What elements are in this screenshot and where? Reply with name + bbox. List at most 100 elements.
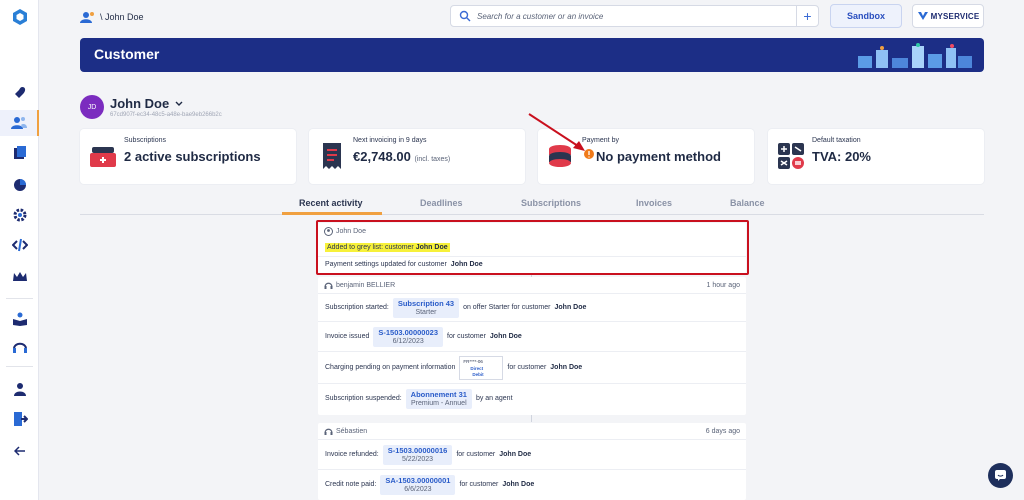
tab-recent-activity[interactable]: Recent activity [299,198,363,208]
tax-note: (incl. taxes) [414,156,451,163]
customer-id: 67cd907f-ec34-48c5-a48e-bae9eb266b2c [110,112,222,118]
sidebar-divider [6,366,33,367]
chip-subtitle: Premium - Annuel [410,399,467,407]
add-button[interactable]: + [796,6,818,26]
chip-subtitle: 5/22/2023 [401,455,434,463]
activity-row: Subscription suspended: Abonnement 31 Pre… [318,383,746,413]
avatar: JD [80,95,104,119]
amount: €2,748.00 [353,149,411,164]
next-invoicing-card[interactable]: Next invoicing in 9 days €2,748.00 (incl… [309,129,525,184]
breadcrumb: \ John Doe [80,8,144,26]
activity-row: Invoice issued S-1503.00000023 6/12/2023 … [318,321,746,351]
support-headset-icon[interactable] [0,334,39,360]
brand-logo[interactable]: MYSERVICE [912,4,984,28]
activity-text: Charging pending on payment information [325,364,456,371]
author-name: Sébastien [336,427,368,435]
search-input[interactable] [477,9,792,23]
taxation-card[interactable]: Default taxation TVA: 20% [768,129,984,184]
user-account-icon[interactable] [0,376,39,402]
activity-group: Sébastien 6 days ago Invoice refunded: S… [318,423,746,500]
chip-title: SA-1503.00000001 [385,475,451,485]
developer-code-icon[interactable] [0,232,39,258]
customer-name[interactable]: John Doe [110,96,183,111]
activity-text: on offer Starter for customer [463,304,551,311]
chip-subtitle: 6/6/2023 [404,485,432,493]
card-label: Subscriptions [124,137,167,144]
receipt-icon [323,143,341,169]
chat-icon [995,470,1006,481]
direct-debit-thumbnail[interactable]: FR****-06 Direct Debit [459,355,504,380]
page-header-banner: Customer [80,38,984,72]
chip-subtitle: 6/12/2023 [392,337,424,345]
card-value: No payment method [596,149,721,164]
headset-icon [324,428,333,435]
tabs-divider [80,214,984,215]
activity-text: for customer [456,451,496,458]
annotation-highlight-box [316,220,749,275]
activity-text: Subscription started: [325,304,389,311]
chevron-down-icon[interactable] [175,101,183,107]
card-value: TVA: 20% [812,149,871,164]
catalog-icon[interactable] [0,140,39,166]
sidebar [0,0,39,500]
subscription-chip[interactable]: Subscription 43 Starter [392,297,460,318]
documentation-icon[interactable] [0,306,39,332]
credit-note-chip[interactable]: SA-1503.00000001 6/6/2023 [380,474,456,495]
card-value: €2,748.00 (incl. taxes) [353,149,450,164]
activity-row: Credit note paid: SA-1503.00000001 6/6/20… [318,469,746,499]
reports-pie-icon[interactable] [0,172,39,198]
time-ago: 6 days ago [705,427,740,435]
settings-gear-icon[interactable] [0,202,39,228]
time-ago: 1 hour ago [706,281,740,289]
subscriptions-icon [90,147,116,167]
author-name: benjamin BELLIER [336,281,396,289]
customer-link[interactable]: John Doe [490,333,522,340]
brand-mark-icon [917,12,928,20]
card-label: Next invoicing in 9 days [353,137,427,144]
card-value: 2 active subscriptions [124,149,261,164]
customers-icon [80,11,94,23]
subscriptions-card[interactable]: Subscriptions 2 active subscriptions [80,129,296,184]
customer-name-text: John Doe [110,96,170,111]
logout-icon[interactable] [0,406,39,432]
customers-icon[interactable] [0,110,39,136]
headset-icon [324,282,333,289]
mandate-type: Debit [472,371,484,377]
crown-icon[interactable] [0,264,39,290]
tab-invoices[interactable]: Invoices [636,198,672,208]
tab-subscriptions[interactable]: Subscriptions [521,198,581,208]
brand-name: MYSERVICE [930,11,980,21]
chip-title: Subscription 43 [397,298,455,308]
annotation-arrow [528,113,585,151]
active-tab-indicator [282,212,382,215]
activity-author: Sébastien 6 days ago [318,423,746,439]
activity-text: by an agent [475,395,513,402]
invoice-chip[interactable]: S-1503.00000023 6/12/2023 [373,326,443,347]
customer-link[interactable]: John Doe [555,304,587,311]
activity-group: benjamin BELLIER 1 hour ago Subscription… [318,277,746,415]
sidebar-divider [6,298,33,299]
activity-text: Subscription suspended: [325,395,402,402]
search-icon [459,10,471,22]
activity-text: for customer [459,481,499,488]
customer-link[interactable]: John Doe [502,481,534,488]
card-label: Default taxation [812,137,861,144]
invoice-chip[interactable]: S-1503.00000016 5/22/2023 [382,444,453,465]
banner-illustration [858,43,972,68]
tab-deadlines[interactable]: Deadlines [420,198,463,208]
activity-text: for customer [507,364,547,371]
sandbox-button[interactable]: Sandbox [830,4,902,28]
subscription-chip[interactable]: Abonnement 31 Premium - Annuel [405,388,472,409]
app-logo-icon[interactable] [0,4,39,30]
collapse-sidebar-icon[interactable] [0,438,39,464]
customer-link[interactable]: John Doe [499,451,531,458]
chat-support-button[interactable] [988,463,1013,488]
rocket-icon[interactable] [0,80,39,106]
customer-link[interactable]: John Doe [550,364,582,371]
activity-row: Charging pending on payment information … [318,351,746,383]
tab-balance[interactable]: Balance [730,198,765,208]
mandate-number: FR****-06 [463,358,483,364]
breadcrumb-text[interactable]: \ John Doe [100,12,144,22]
activity-author: benjamin BELLIER 1 hour ago [318,277,746,293]
mandate-type: Direct [470,365,484,371]
